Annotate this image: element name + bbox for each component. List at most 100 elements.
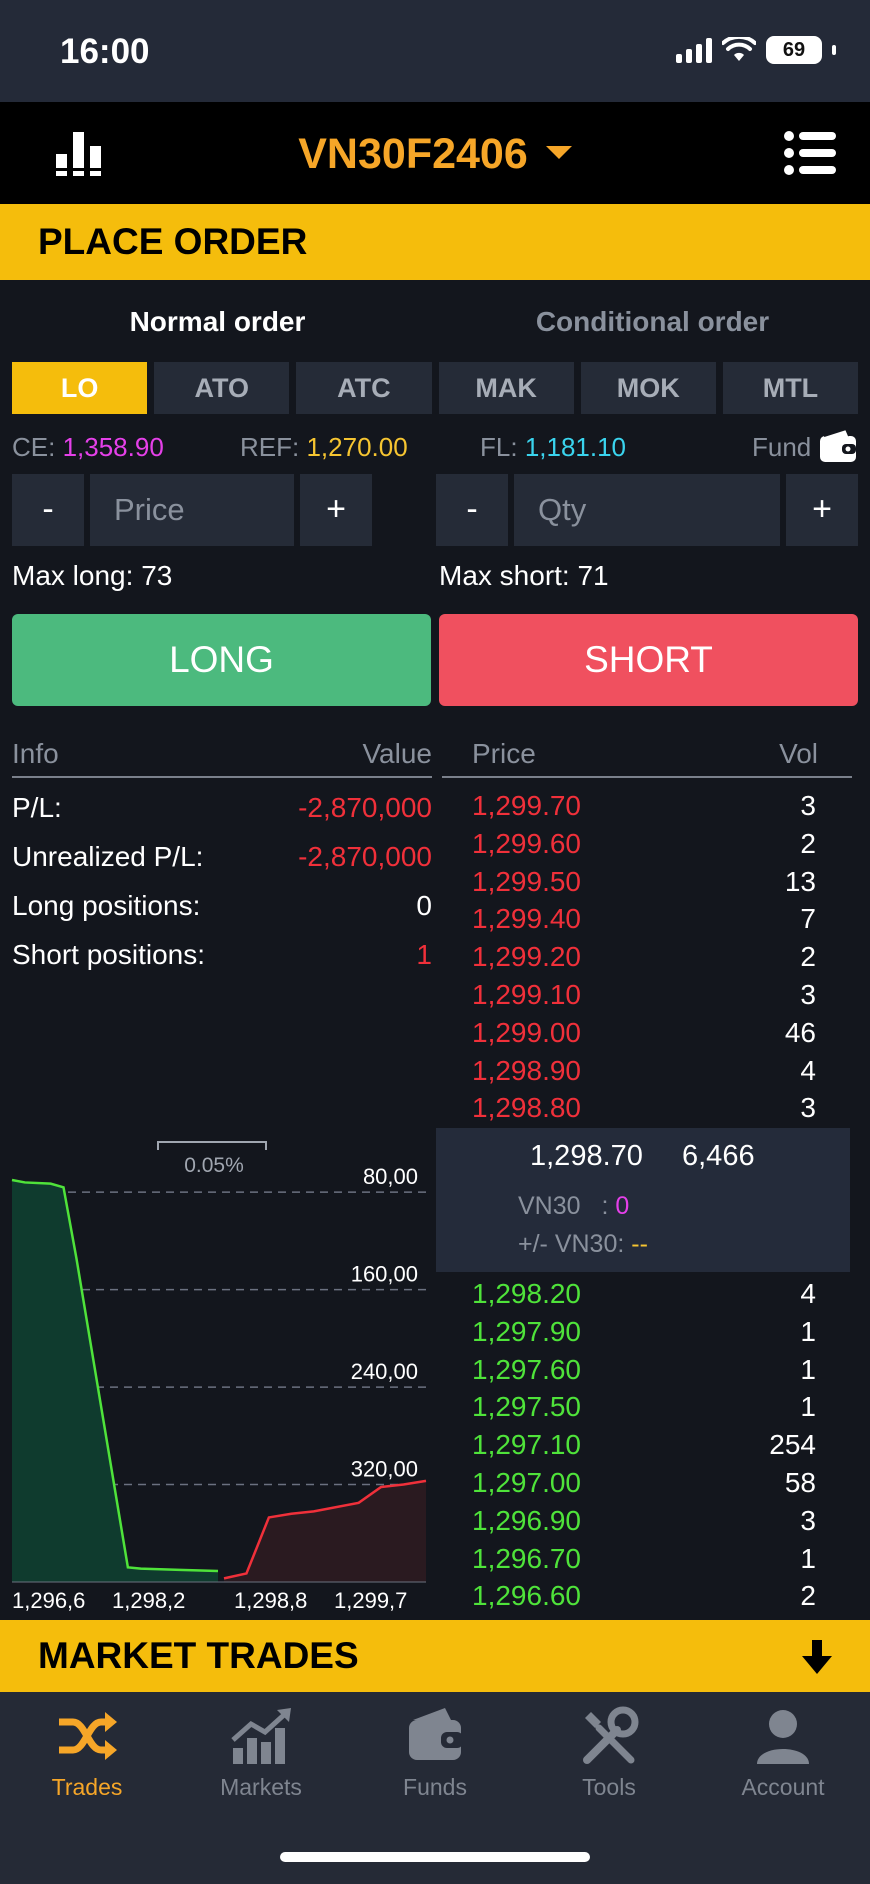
info-label: Short positions: (12, 939, 205, 970)
ask-row[interactable]: 1,299.40 7 (442, 899, 852, 937)
info-value: -2,870,000 (298, 841, 432, 872)
ask-price: 1,299.10 (472, 979, 581, 1010)
reference-value: 1,270.00 (306, 432, 408, 462)
bid-row[interactable]: 1,298.20 4 (442, 1274, 852, 1312)
wallet-icon[interactable] (818, 428, 858, 464)
market-trades-header[interactable]: MARKET TRADES (0, 1620, 870, 1692)
ask-row[interactable]: 1,299.20 2 (442, 937, 852, 975)
bid-price: 1,297.60 (472, 1353, 581, 1385)
ask-row[interactable]: 1,299.50 13 (442, 862, 852, 900)
bid-price: 1,296.70 (472, 1542, 581, 1574)
info-label: Long positions: (12, 890, 201, 921)
wallet-icon (409, 1708, 463, 1760)
status-time: 16:00 (60, 32, 150, 71)
x-tick-label: 1,298,8 (234, 1588, 307, 1613)
bid-volume: 1 (800, 1315, 816, 1347)
fund-label[interactable]: Fund (752, 432, 811, 463)
bid-row[interactable]: 1,297.90 1 (442, 1312, 852, 1350)
reference-label: REF: (240, 432, 300, 462)
caret-down-icon (545, 146, 572, 160)
bid-depth-area (12, 1180, 218, 1582)
nav-tools[interactable]: Tools (522, 1706, 696, 1801)
qty-decrement-button[interactable]: - (436, 474, 508, 546)
info-column-header: Info (12, 738, 59, 769)
bid-volume: 254 (769, 1429, 816, 1461)
status-bar: 16:00 69 (0, 0, 870, 102)
bid-row[interactable]: 1,297.10 254 (442, 1425, 852, 1463)
price-increment-button[interactable]: + (300, 474, 372, 546)
nav-trades[interactable]: Trades (0, 1706, 174, 1801)
bid-row[interactable]: 1,297.50 1 (442, 1387, 852, 1425)
bid-row[interactable]: 1,296.70 1 (442, 1539, 852, 1577)
spread-bracket (157, 1141, 267, 1150)
order-type-mtl[interactable]: MTL (722, 362, 859, 414)
ask-row[interactable]: 1,298.80 3 (442, 1088, 852, 1126)
order-type-mok[interactable]: MOK (580, 362, 716, 414)
y-tick-label: 160,00 (351, 1262, 418, 1287)
vn30-change-label: +/- VN30: (518, 1230, 625, 1258)
ask-row[interactable]: 1,299.60 2 (442, 824, 852, 862)
nav-label: Markets (220, 1774, 302, 1800)
ask-row[interactable]: 1,299.10 3 (442, 975, 852, 1013)
ask-price: 1,299.00 (472, 1016, 581, 1048)
qty-input[interactable]: Qty (514, 474, 780, 546)
y-tick-label: 80,00 (363, 1164, 418, 1189)
order-type-lo[interactable]: LO (12, 362, 148, 414)
orderbook-header: Price Vol (442, 734, 852, 778)
vn30-change: +/- VN30: -- (518, 1230, 648, 1259)
bid-row[interactable]: 1,296.90 3 (442, 1501, 852, 1539)
growth-chart-icon (231, 1708, 291, 1764)
qty-increment-button[interactable]: + (786, 474, 858, 546)
nav-label: Funds (403, 1774, 467, 1800)
bid-price: 1,296.60 (472, 1580, 581, 1612)
bid-price: 1,296.90 (472, 1504, 581, 1536)
info-row-pl: P/L: -2,870,000 (12, 786, 432, 830)
value-column-header: Value (362, 738, 432, 769)
price-input[interactable]: Price (90, 474, 294, 546)
bid-volume: 1 (800, 1391, 816, 1423)
price-decrement-button[interactable]: - (12, 474, 84, 546)
bid-price: 1,297.10 (472, 1429, 581, 1461)
bid-row[interactable]: 1,296.60 2 (442, 1576, 852, 1614)
nav-funds[interactable]: Funds (348, 1706, 522, 1801)
short-button[interactable]: SHORT (439, 614, 858, 706)
bid-volume: 2 (800, 1580, 816, 1612)
vn30-label: VN30 (518, 1192, 581, 1220)
y-tick-label: 320,00 (351, 1457, 418, 1482)
max-long-value: 73 (141, 560, 173, 591)
max-short-value: 71 (577, 560, 609, 591)
x-tick-label: 1,299,7 (334, 1588, 407, 1613)
max-long-label: Max long: (12, 560, 134, 591)
ceiling-price: CE: 1,358.90 (12, 432, 164, 463)
nav-account[interactable]: Account (696, 1706, 870, 1801)
shuffle-icon (59, 1712, 117, 1760)
ask-row[interactable]: 1,298.90 4 (442, 1051, 852, 1089)
home-indicator[interactable] (280, 1852, 590, 1862)
tab-normal-order[interactable]: Normal order (0, 280, 435, 364)
status-icons: 69 (676, 36, 836, 64)
battery-level: 69 (782, 38, 806, 61)
ask-price: 1,298.80 (472, 1092, 581, 1124)
order-type-mak[interactable]: MAK (438, 362, 574, 414)
menu-list-icon[interactable] (784, 130, 836, 176)
long-button[interactable]: LONG (12, 614, 431, 706)
bid-row[interactable]: 1,297.00 58 (442, 1463, 852, 1501)
arrow-down-icon[interactable] (802, 1640, 832, 1674)
bid-row[interactable]: 1,297.60 1 (442, 1350, 852, 1388)
info-label: Unrealized P/L: (12, 841, 204, 872)
max-long: Max long: 73 (12, 560, 172, 602)
bid-volume: 1 (800, 1353, 816, 1385)
tab-conditional-order[interactable]: Conditional order (435, 280, 870, 364)
x-tick-label: 1,298,2 (112, 1588, 185, 1613)
bid-volume: 58 (784, 1467, 816, 1498)
order-type-atc[interactable]: ATC (296, 362, 432, 414)
order-type-ato[interactable]: ATO (154, 362, 290, 414)
ask-row[interactable]: 1,299.70 3 (442, 786, 852, 824)
info-value: 1 (416, 939, 432, 970)
ask-row[interactable]: 1,299.00 46 (442, 1013, 852, 1051)
ask-volume: 46 (784, 1016, 816, 1048)
nav-markets[interactable]: Markets (174, 1706, 348, 1801)
symbol-selector[interactable]: VN30F2406 (0, 130, 870, 179)
order-inputs: - Price + - Qty + (12, 474, 858, 546)
info-value: -2,870,000 (298, 792, 432, 823)
